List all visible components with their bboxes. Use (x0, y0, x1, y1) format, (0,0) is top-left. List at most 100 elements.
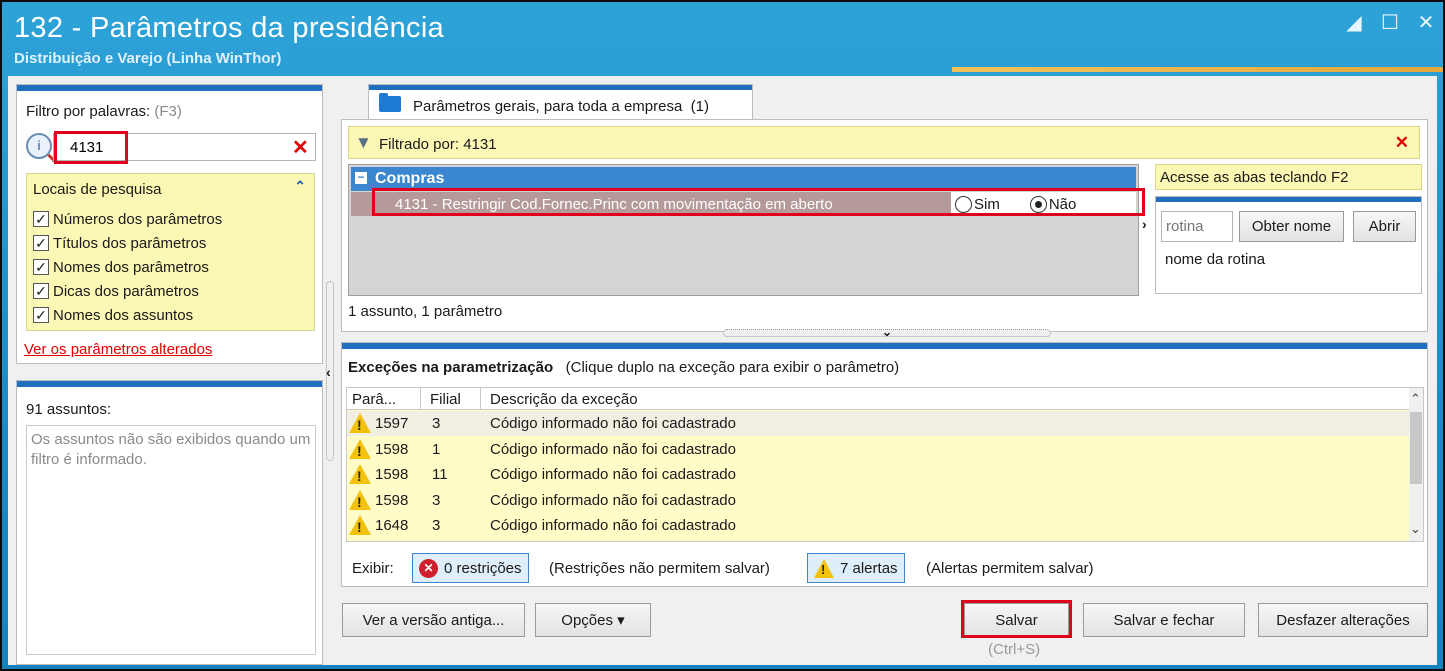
chevron-down-icon[interactable]: ⌄ (882, 325, 892, 339)
title-decoration (952, 67, 1443, 72)
restrictions-button[interactable]: ✕ 0 restrições (412, 553, 529, 583)
close-icon[interactable]: ✕ (1415, 12, 1437, 34)
panel-header-bar (17, 381, 322, 387)
filter-shortcut: (F3) (154, 103, 182, 120)
collapse-icon[interactable]: − (355, 171, 367, 184)
check-param-tips[interactable]: ✓ Dicas dos parâmetros (33, 280, 199, 302)
collapse-chevron-icon[interactable]: ⌃ (294, 178, 306, 195)
summary-text: 1 assunto, 1 parâmetro (348, 303, 503, 320)
check-label: Nomes dos parâmetros (53, 258, 209, 276)
subjects-empty-message: Os assuntos não são exibidos quando um f… (31, 431, 311, 468)
get-name-button[interactable]: Obter nome (1239, 211, 1344, 242)
filter-input[interactable] (53, 133, 316, 161)
scroll-thumb[interactable] (1410, 412, 1422, 484)
alerts-note: (Alertas permitem salvar) (926, 560, 1094, 577)
warning-icon (349, 439, 371, 459)
panel-header-bar (17, 85, 322, 91)
warning-icon (349, 515, 371, 535)
table-row[interactable]: 1598 3 Código informado não foi cadastra… (347, 488, 1409, 513)
tab-label: Parâmetros gerais, para toda a empresa (… (413, 98, 709, 115)
exceptions-title: Exceções na parametrização (Clique duplo… (348, 359, 899, 376)
vertical-scrollbar[interactable]: ⌃ ⌄ (1409, 388, 1423, 541)
checkbox-icon[interactable]: ✓ (33, 307, 49, 323)
scroll-up-icon[interactable]: ⌃ (1410, 391, 1421, 407)
cell-param: 1648 (375, 517, 409, 534)
checkbox-icon[interactable]: ✓ (33, 259, 49, 275)
table-row[interactable]: 1598 1 Código informado não foi cadastra… (347, 437, 1409, 462)
column-header-filial[interactable]: Filial (430, 391, 461, 408)
window-subtitle: Distribuição e Varejo (Linha WinThor) (14, 50, 282, 67)
cell-description: Código informado não foi cadastrado (490, 441, 736, 458)
chevron-right-icon[interactable]: › (1142, 216, 1147, 232)
subjects-panel: 91 assuntos: Os assuntos não são exibido… (16, 380, 323, 665)
checkbox-icon[interactable]: ✓ (33, 211, 49, 227)
warning-icon (349, 413, 371, 433)
filter-label: Filtro por palavras: (F3) (26, 103, 182, 120)
restrictions-label: 0 restrições (444, 559, 522, 577)
tab-count: (1) (690, 98, 709, 115)
column-header-param[interactable]: Parâ... (352, 391, 396, 408)
cell-filial: 3 (432, 492, 441, 509)
tab-header-bar (369, 85, 752, 90)
cell-param: 1598 (375, 441, 409, 458)
funnel-icon: ▼ (355, 133, 372, 152)
open-button[interactable]: Abrir (1353, 211, 1416, 242)
table-row[interactable]: 1597 3 Código informado não foi cadastra… (347, 411, 1409, 436)
subjects-count: 91 assuntos: (26, 401, 112, 418)
table-row[interactable]: 1648 3 Código informado não foi cadastra… (347, 513, 1409, 538)
save-shortcut-hint: (Ctrl+S) (988, 641, 1041, 658)
clear-filter-status-icon[interactable]: ✕ (1395, 133, 1409, 153)
undo-changes-button[interactable]: Desfazer alterações (1258, 603, 1428, 637)
filter-label-text: Filtro por palavras: (26, 103, 151, 120)
restore-icon[interactable]: ◢ (1343, 12, 1365, 34)
radio-nao-label: Não (1048, 195, 1077, 213)
altered-params-link[interactable]: Ver os parâmetros alterados (24, 341, 212, 358)
cell-filial: 3 (432, 415, 441, 432)
cell-description: Código informado não foi cadastrado (490, 517, 736, 534)
routine-input[interactable] (1161, 211, 1233, 242)
routine-name: nome da rotina (1165, 251, 1266, 268)
radio-sim[interactable] (955, 195, 972, 213)
warning-icon (349, 464, 371, 484)
maximize-icon[interactable]: ☐ (1379, 12, 1401, 34)
table-row[interactable]: 1598 11 Código informado não foi cadastr… (347, 462, 1409, 487)
column-divider (480, 388, 481, 410)
parameter-row[interactable]: 4131 - Restringir Cod.Fornec.Princ com m… (351, 192, 1136, 216)
group-title: Compras (375, 170, 445, 187)
panel-header-bar (342, 343, 1427, 349)
column-divider (420, 388, 421, 410)
checkbox-icon[interactable]: ✓ (33, 235, 49, 251)
filter-panel: Filtro por palavras: (F3) i ✕ Locais de … (16, 84, 323, 364)
radio-nao[interactable] (1029, 195, 1047, 213)
warning-icon (349, 490, 371, 510)
check-param-names[interactable]: ✓ Nomes dos parâmetros (33, 256, 209, 278)
check-param-titles[interactable]: ✓ Títulos dos parâmetros (33, 232, 206, 254)
subjects-list[interactable]: Os assuntos não são exibidos quando um f… (26, 425, 316, 655)
check-label: Dicas dos parâmetros (53, 282, 199, 300)
column-header-description[interactable]: Descrição da exceção (490, 391, 638, 408)
cell-param: 1598 (375, 492, 409, 509)
save-button[interactable]: Salvar (964, 603, 1069, 637)
check-param-numbers[interactable]: ✓ Números dos parâmetros (33, 208, 222, 230)
old-version-button[interactable]: Ver a versão antiga... (342, 603, 525, 637)
scroll-down-icon[interactable]: ⌄ (1410, 521, 1421, 537)
clear-filter-icon[interactable]: ✕ (292, 135, 309, 160)
check-subject-names[interactable]: ✓ Nomes dos assuntos (33, 304, 193, 326)
checkbox-icon[interactable]: ✓ (33, 283, 49, 299)
client-area: Filtro por palavras: (F3) i ✕ Locais de … (8, 76, 1437, 665)
panel-header-bar (1156, 197, 1421, 202)
warning-icon (814, 558, 834, 578)
options-label: Opções (561, 611, 613, 629)
filter-status-text: Filtrado por: 4131 (379, 136, 497, 153)
save-close-button[interactable]: Salvar e fechar (1083, 603, 1245, 637)
alerts-button[interactable]: 7 alertas (807, 553, 905, 583)
options-button[interactable]: Opções ▾ (535, 603, 651, 637)
tab-general-parameters[interactable]: Parâmetros gerais, para toda a empresa (… (368, 84, 753, 120)
search-locations-box: Locais de pesquisa ⌃ ✓ Números dos parâm… (26, 173, 315, 331)
cell-filial: 1 (432, 441, 441, 458)
help-hint: Acesse as abas teclando F2 (1155, 164, 1422, 190)
group-header-compras[interactable]: − Compras (351, 167, 1136, 191)
window-controls: ◢ ☐ ✕ (1343, 12, 1437, 34)
chevron-left-icon[interactable]: ‹ (326, 364, 331, 380)
radio-sim-label: Sim (974, 195, 1000, 213)
